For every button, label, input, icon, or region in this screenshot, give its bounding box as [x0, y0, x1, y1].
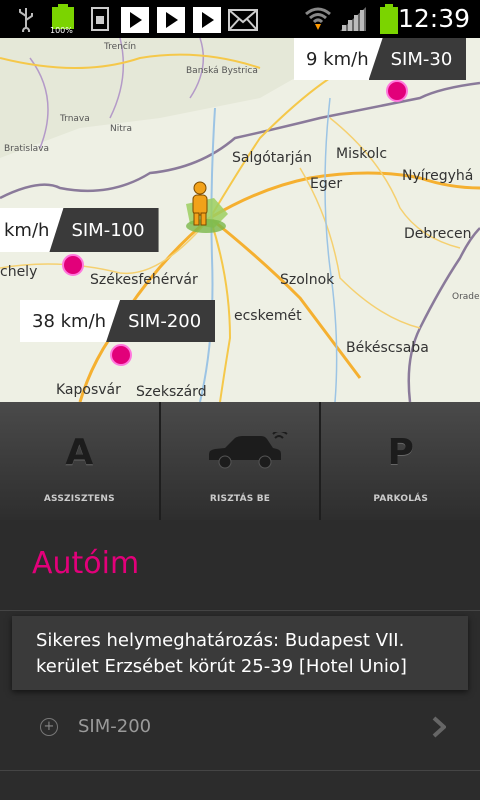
city-label: chely [0, 264, 38, 280]
vehicle-name: SIM-30 [368, 38, 467, 80]
city-label: Miskolc [336, 146, 388, 162]
chevron-right-icon [432, 716, 446, 738]
toast-line: Sikeres helymeghatározás: Budapest VII. [36, 630, 405, 651]
section-title: Autóim [32, 546, 140, 581]
assistant-icon: A [65, 432, 94, 473]
city-label: Debrecen [404, 226, 472, 242]
city-label: Trnava [60, 114, 90, 124]
usb-icon [19, 8, 33, 32]
assistant-button[interactable]: A ASSZISZTENS [0, 402, 161, 520]
map-view[interactable]: Trenčín Banská Bystrica Trnava Nitra Bra… [0, 38, 480, 402]
city-label: Kaposvár [56, 382, 121, 398]
city-label: Oradea [452, 292, 480, 302]
city-label: Békéscsaba [346, 340, 429, 356]
signal-icon [340, 7, 366, 31]
assistant-label: ASSZISZTENS [43, 494, 115, 504]
city-label: Eger [310, 176, 343, 192]
vehicle-position-dot[interactable] [110, 344, 132, 366]
divider [0, 770, 480, 771]
divider [0, 610, 480, 611]
parking-icon: P [387, 432, 414, 473]
vehicle-marker-sim-100[interactable]: km/h SIM-100 [0, 208, 159, 252]
play-store-icon [193, 7, 221, 33]
toast-line: kerület Erzsébet körút 25-39 [Hotel Unio… [36, 656, 407, 677]
vehicle-marker-sim-30[interactable]: 9 km/h SIM-30 [294, 38, 467, 80]
city-label: Nitra [110, 124, 132, 134]
vehicle-position-dot[interactable] [62, 254, 84, 276]
city-label: Szolnok [280, 272, 335, 288]
city-label: Trenčín [104, 42, 137, 52]
parking-label: PARKOLÁS [373, 494, 429, 504]
city-label: Szekszárd [136, 384, 207, 400]
user-location-icon [186, 181, 226, 233]
mail-icon [228, 9, 258, 31]
car-alarm-icon [208, 432, 288, 469]
add-icon: + [40, 718, 58, 736]
alarm-on-label: RISZTÁS BE [209, 494, 271, 504]
city-label: Székesfehérvár [90, 272, 198, 288]
toast-message: Sikeres helymeghatározás: Budapest VII. … [12, 616, 468, 690]
vehicle-speed: 9 km/h [294, 38, 383, 80]
battery-percent-label: 100% [50, 26, 73, 35]
wifi-icon [305, 7, 331, 30]
action-bar: A ASSZISZTENS RISZTÁS BE P PARKOLÁS [0, 402, 480, 520]
clock: 12:39 [397, 4, 470, 33]
vehicle-name: SIM-200 [106, 300, 216, 342]
vehicle-marker-sim-200[interactable]: 38 km/h SIM-200 [20, 300, 216, 342]
car-name: SIM-200 [78, 716, 152, 737]
city-label: ecskemét [234, 308, 302, 324]
battery-small-icon: 100% [50, 4, 74, 35]
city-label: Banská Bystrica [186, 66, 258, 76]
city-label: Salgótarján [232, 150, 312, 166]
city-label: Nyíregyhá [402, 168, 474, 184]
sim-icon [91, 7, 109, 31]
alarm-on-button[interactable]: RISZTÁS BE [161, 402, 322, 520]
city-label: Bratislava [4, 144, 49, 154]
list-item[interactable]: + SIM-200 [0, 688, 480, 770]
battery-icon [380, 4, 398, 34]
vehicle-speed: 38 km/h [20, 300, 121, 342]
play-store-icon [121, 7, 149, 33]
parking-button[interactable]: P PARKOLÁS [321, 402, 480, 520]
vehicle-name: SIM-100 [49, 208, 159, 252]
vehicle-position-dot[interactable] [386, 80, 408, 102]
status-bar: 100% 12:39 [0, 0, 480, 38]
play-store-icon [157, 7, 185, 33]
